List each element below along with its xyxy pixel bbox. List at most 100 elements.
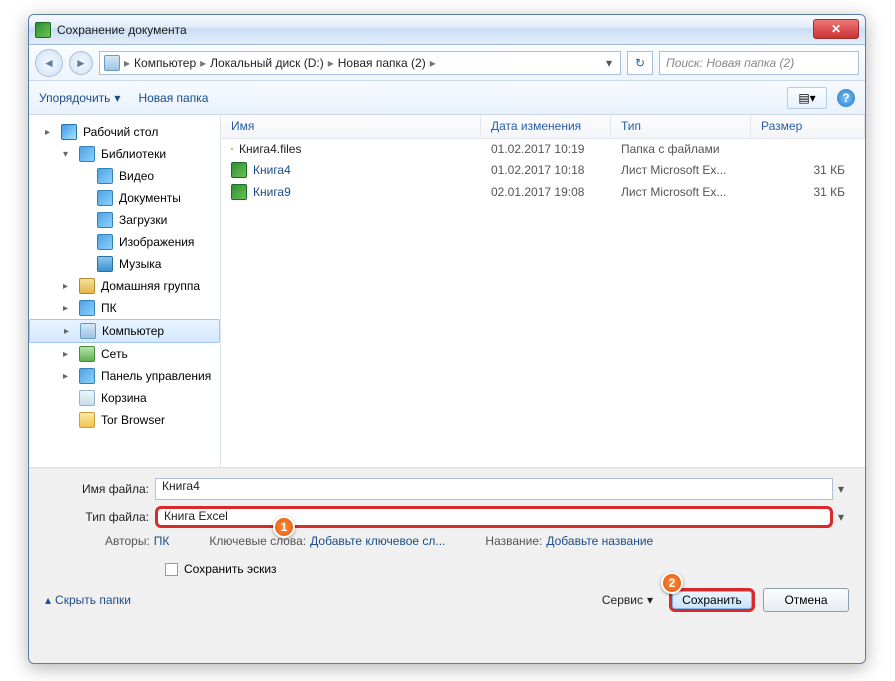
- hg-icon: [79, 278, 95, 294]
- tree-item[interactable]: Изображения: [29, 231, 220, 253]
- tree-item[interactable]: Корзина: [29, 387, 220, 409]
- chevron-down-icon: ▾: [647, 593, 653, 607]
- file-size: 31 КБ: [751, 163, 865, 177]
- file-row[interactable]: Книга902.01.2017 19:08Лист Microsoft Ex.…: [221, 181, 865, 203]
- thumbnail-checkbox[interactable]: [165, 563, 178, 576]
- lib-icon: [97, 190, 113, 206]
- chevron-right-icon: ▸: [328, 56, 334, 70]
- save-button[interactable]: Сохранить: [669, 588, 755, 612]
- tree-item-label: Компьютер: [102, 324, 164, 338]
- filetype-select[interactable]: Книга Excel: [155, 506, 833, 528]
- expand-icon: ▸: [45, 127, 55, 138]
- save-dialog: Сохранение документа ✕ ◄ ► ▸ Компьютер ▸…: [28, 14, 866, 664]
- tree-item-label: Видео: [119, 169, 154, 183]
- cancel-button[interactable]: Отмена: [763, 588, 849, 612]
- file-rows: Книга4.files 01.02.2017 10:19Папка с файл…: [221, 139, 865, 203]
- close-button[interactable]: ✕: [813, 19, 859, 39]
- address-bar[interactable]: ▸ Компьютер ▸ Локальный диск (D:) ▸ Нова…: [99, 51, 621, 75]
- new-folder-button[interactable]: Новая папка: [138, 91, 208, 105]
- title-label: Название:: [485, 534, 542, 548]
- tree-item-label: Музыка: [119, 257, 161, 271]
- tags-value[interactable]: Добавьте ключевое сл...: [310, 534, 445, 548]
- refresh-button[interactable]: ↻: [627, 51, 653, 75]
- tree-item[interactable]: ▾Библиотеки: [29, 143, 220, 165]
- filename-dropdown[interactable]: ▾: [833, 482, 849, 496]
- search-input[interactable]: Поиск: Новая папка (2): [659, 51, 859, 75]
- view-icon: ▤▾: [798, 91, 815, 105]
- help-button[interactable]: ?: [837, 89, 855, 107]
- tree-item-label: Tor Browser: [101, 413, 165, 427]
- nav-bar: ◄ ► ▸ Компьютер ▸ Локальный диск (D:) ▸ …: [29, 45, 865, 81]
- tree-item[interactable]: Документы: [29, 187, 220, 209]
- filename-label: Имя файла:: [45, 482, 155, 496]
- col-name[interactable]: Имя: [221, 115, 481, 138]
- address-dropdown[interactable]: ▾: [602, 56, 616, 70]
- title-value[interactable]: Добавьте название: [546, 534, 653, 548]
- tree-item-label: Домашняя группа: [101, 279, 200, 293]
- lib-icon: [79, 368, 95, 384]
- tree-item[interactable]: ▸Компьютер: [29, 319, 220, 343]
- file-row[interactable]: Книга4.files 01.02.2017 10:19Папка с файл…: [221, 139, 865, 159]
- tags-label: Ключевые слова:: [209, 534, 306, 548]
- tree-item-label: ПК: [101, 301, 117, 315]
- file-list: Имя Дата изменения Тип Размер Книга4.fil…: [221, 115, 865, 467]
- column-headers: Имя Дата изменения Тип Размер: [221, 115, 865, 139]
- view-button[interactable]: ▤▾: [787, 87, 827, 109]
- tree-item[interactable]: ▸Домашняя группа: [29, 275, 220, 297]
- chevron-down-icon: ▾: [114, 91, 120, 105]
- tree-item[interactable]: Видео: [29, 165, 220, 187]
- chevron-up-icon: ▴: [45, 593, 51, 607]
- tree-item-label: Рабочий стол: [83, 125, 158, 139]
- back-icon: ◄: [43, 56, 55, 70]
- file-type: Папка с файлами: [611, 142, 751, 156]
- comp-icon: [80, 323, 96, 339]
- file-name: Книга4: [253, 163, 291, 177]
- col-type[interactable]: Тип: [611, 115, 751, 138]
- folder-icon: [79, 412, 95, 428]
- crumb-folder[interactable]: Новая папка (2): [338, 56, 426, 70]
- tree-item[interactable]: ▸Панель управления: [29, 365, 220, 387]
- file-date: 01.02.2017 10:19: [481, 142, 611, 156]
- titlebar: Сохранение документа ✕: [29, 15, 865, 45]
- lib-icon: [97, 168, 113, 184]
- lib-icon: [97, 212, 113, 228]
- organize-menu[interactable]: Упорядочить ▾: [39, 91, 120, 105]
- trash-icon: [79, 390, 95, 406]
- tree-item[interactable]: Tor Browser: [29, 409, 220, 431]
- toolbar: Упорядочить ▾ Новая папка ▤▾ ?: [29, 81, 865, 115]
- hide-folders-link[interactable]: ▴Скрыть папки: [45, 593, 131, 607]
- forward-button[interactable]: ►: [69, 51, 93, 75]
- file-type: Лист Microsoft Ex...: [611, 163, 751, 177]
- tree-item[interactable]: ▸ Рабочий стол: [29, 121, 220, 143]
- excel-icon: [35, 22, 51, 38]
- file-name: Книга9: [253, 185, 291, 199]
- col-size[interactable]: Размер: [751, 115, 865, 138]
- tree-item[interactable]: ▸Сеть: [29, 343, 220, 365]
- annotation-1: 1: [273, 516, 295, 538]
- file-row[interactable]: Книга4 01.02.2017 10:18Лист Microsoft Ex.…: [221, 159, 865, 181]
- filename-input[interactable]: Книга4: [155, 478, 833, 500]
- filetype-dropdown[interactable]: ▾: [833, 510, 849, 524]
- refresh-icon: ↻: [635, 56, 645, 70]
- tree-item[interactable]: Загрузки: [29, 209, 220, 231]
- crumb-disk[interactable]: Локальный диск (D:): [210, 56, 324, 70]
- computer-icon: [104, 55, 120, 71]
- lib-icon: [79, 300, 95, 316]
- service-menu[interactable]: Сервис ▾: [602, 593, 653, 607]
- tree-item[interactable]: ▸ПК: [29, 297, 220, 319]
- net-icon: [79, 346, 95, 362]
- col-date[interactable]: Дата изменения: [481, 115, 611, 138]
- expand-icon: ▾: [63, 149, 73, 160]
- back-button[interactable]: ◄: [35, 49, 63, 77]
- file-date: 01.02.2017 10:18: [481, 163, 611, 177]
- tree-item[interactable]: Музыка: [29, 253, 220, 275]
- chevron-right-icon: ▸: [430, 56, 436, 70]
- authors-label: Авторы:: [105, 534, 150, 548]
- body-area: ▸ Рабочий стол ▾Библиотеки Видео ДокументыЗа…: [29, 115, 865, 467]
- file-name: Книга4.files: [239, 142, 301, 156]
- authors-value[interactable]: ПК: [154, 534, 170, 548]
- file-icon: [231, 162, 247, 178]
- crumb-computer[interactable]: Компьютер: [134, 56, 196, 70]
- file-size: 31 КБ: [751, 185, 865, 199]
- nav-tree[interactable]: ▸ Рабочий стол ▾Библиотеки Видео ДокументыЗа…: [29, 115, 221, 467]
